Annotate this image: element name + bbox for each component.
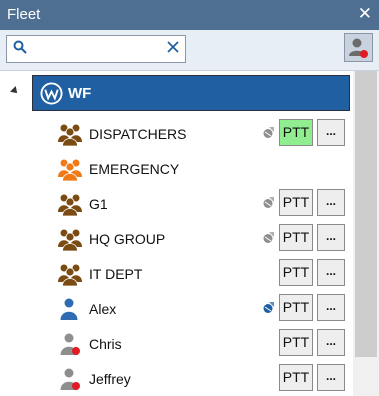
group-icon xyxy=(57,192,83,217)
tree-item-label: HQ GROUP xyxy=(89,231,166,247)
more-options-button[interactable]: ... xyxy=(317,294,345,321)
ptt-button[interactable]: PTT xyxy=(279,329,313,356)
ptt-button[interactable]: PTT xyxy=(279,224,313,251)
tree-item-dispatchers[interactable]: DISPATCHERS PTT... xyxy=(0,116,353,151)
close-icon[interactable]: ✕ xyxy=(358,4,372,24)
tree-item-label: DISPATCHERS xyxy=(89,126,187,142)
scan-status-icon xyxy=(262,231,274,243)
group-icon xyxy=(57,157,83,182)
tree-item-alex[interactable]: Alex PTT... xyxy=(0,291,353,326)
tree-item-jeffrey[interactable]: Jeffrey PTT... xyxy=(0,361,353,396)
fleet-tree: WF DISPATCHERS PTT... EMERGENCY G1 PTT... HQ … xyxy=(0,71,353,396)
tree-item-label: Alex xyxy=(89,301,117,317)
window-title: Fleet xyxy=(7,6,41,23)
clear-search-icon[interactable] xyxy=(166,40,180,54)
user-status-button[interactable] xyxy=(344,33,373,62)
user-offline-icon xyxy=(57,367,83,391)
tree-item-emergency[interactable]: EMERGENCY xyxy=(0,151,353,186)
group-icon xyxy=(57,262,83,287)
ptt-button[interactable]: PTT xyxy=(279,259,313,286)
scan-status-icon xyxy=(262,196,274,208)
tree-item-label: EMERGENCY xyxy=(89,161,180,177)
user-offline-icon xyxy=(57,332,83,356)
scrollbar[interactable] xyxy=(353,71,379,396)
ptt-button[interactable]: PTT xyxy=(279,294,313,321)
tree-item-hq-group[interactable]: HQ GROUP PTT... xyxy=(0,221,353,256)
more-options-button[interactable]: ... xyxy=(317,364,345,391)
more-options-button[interactable]: ... xyxy=(317,119,345,146)
scrollbar-thumb[interactable] xyxy=(355,71,377,357)
more-options-button[interactable]: ... xyxy=(317,224,345,251)
group-icon xyxy=(57,122,83,147)
title-bar: Fleet ✕ xyxy=(0,0,379,30)
tree-root-label: WF xyxy=(68,85,92,102)
expand-collapse-icon[interactable] xyxy=(10,86,20,96)
tree-item-label: Jeffrey xyxy=(89,371,131,387)
scan-status-icon xyxy=(262,301,274,313)
ptt-button[interactable]: PTT xyxy=(279,189,313,216)
group-icon xyxy=(57,227,83,252)
search-box xyxy=(6,35,186,63)
toolbar xyxy=(0,30,379,71)
tree-item-g1[interactable]: G1 PTT... xyxy=(0,186,353,221)
tree-item-label: Chris xyxy=(89,336,122,352)
search-icon xyxy=(13,40,27,54)
tree-item-chris[interactable]: Chris PTT... xyxy=(0,326,353,361)
more-options-button[interactable]: ... xyxy=(317,259,345,286)
more-options-button[interactable]: ... xyxy=(317,329,345,356)
tree-item-label: IT DEPT xyxy=(89,266,143,282)
more-options-button[interactable]: ... xyxy=(317,189,345,216)
tree-root-item[interactable]: WF xyxy=(32,75,350,111)
ptt-button[interactable]: PTT xyxy=(279,119,313,146)
scan-status-icon xyxy=(262,126,274,138)
user-icon xyxy=(57,297,83,321)
ptt-button[interactable]: PTT xyxy=(279,364,313,391)
user-offline-icon xyxy=(349,38,368,58)
logo-icon xyxy=(40,82,63,105)
search-input[interactable] xyxy=(33,39,163,57)
tree-item-label: G1 xyxy=(89,196,108,212)
tree-item-it-dept[interactable]: IT DEPT PTT... xyxy=(0,256,353,291)
